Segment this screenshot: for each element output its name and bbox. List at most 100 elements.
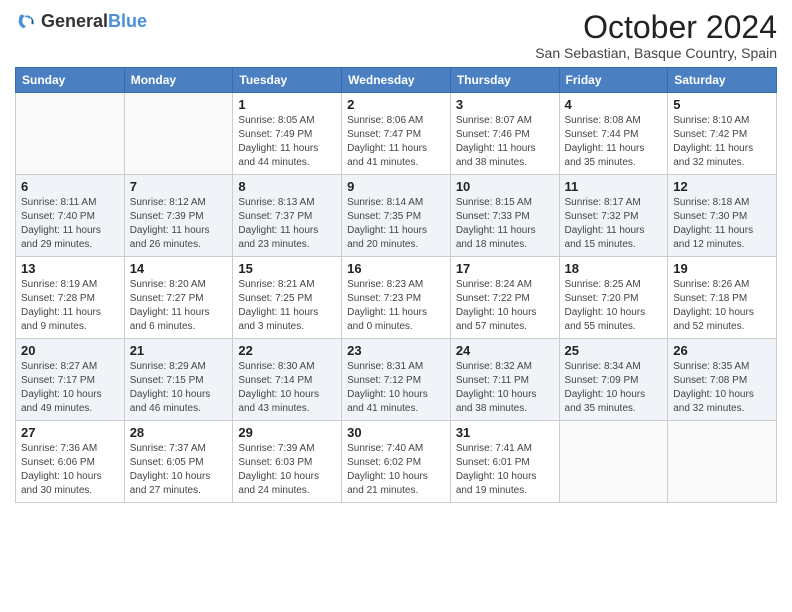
day-info: Sunrise: 8:07 AM Sunset: 7:46 PM Dayligh… — [456, 114, 554, 170]
day-info: Sunrise: 7:41 AM Sunset: 6:01 PM Dayligh… — [456, 442, 554, 498]
day-number: 25 — [565, 343, 663, 358]
day-number: 8 — [238, 179, 336, 194]
day-info: Sunrise: 8:24 AM Sunset: 7:22 PM Dayligh… — [456, 278, 554, 334]
day-info: Sunrise: 8:35 AM Sunset: 7:08 PM Dayligh… — [673, 360, 771, 416]
logo: General Blue — [15, 10, 147, 32]
table-row: 28Sunrise: 7:37 AM Sunset: 6:05 PM Dayli… — [124, 421, 233, 503]
day-number: 28 — [130, 425, 228, 440]
day-number: 7 — [130, 179, 228, 194]
day-info: Sunrise: 8:13 AM Sunset: 7:37 PM Dayligh… — [238, 196, 336, 252]
col-wednesday: Wednesday — [342, 68, 451, 93]
table-row: 23Sunrise: 8:31 AM Sunset: 7:12 PM Dayli… — [342, 339, 451, 421]
table-row: 15 Sunrise: 8:21 AM Sunset: 7:25 PM Dayli… — [233, 257, 342, 339]
table-row: 26 Sunrise: 8:35 AM Sunset: 7:08 PM Dayli… — [668, 339, 777, 421]
logo-general: General — [41, 12, 108, 30]
day-info: Sunrise: 8:06 AM Sunset: 7:47 PM Dayligh… — [347, 114, 445, 170]
table-row: 10 Sunrise: 8:15 AM Sunset: 7:33 PM Dayli… — [450, 175, 559, 257]
day-number: 26 — [673, 343, 771, 358]
table-row — [668, 421, 777, 503]
table-row: 22Sunrise: 8:30 AM Sunset: 7:14 PM Dayli… — [233, 339, 342, 421]
day-number: 29 — [238, 425, 336, 440]
col-thursday: Thursday — [450, 68, 559, 93]
day-info: Sunrise: 8:17 AM Sunset: 7:32 PM Dayligh… — [565, 196, 663, 252]
day-info: Sunrise: 8:29 AM Sunset: 7:15 PM Dayligh… — [130, 360, 228, 416]
calendar-row: 27 Sunrise: 7:36 AM Sunset: 6:06 PM Dayli… — [16, 421, 777, 503]
col-tuesday: Tuesday — [233, 68, 342, 93]
day-info: Sunrise: 8:32 AM Sunset: 7:11 PM Dayligh… — [456, 360, 554, 416]
day-number: 23 — [347, 343, 445, 358]
table-row: 30Sunrise: 7:40 AM Sunset: 6:02 PM Dayli… — [342, 421, 451, 503]
calendar-row: 13 Sunrise: 8:19 AM Sunset: 7:28 PM Dayli… — [16, 257, 777, 339]
day-number: 14 — [130, 261, 228, 276]
table-row: 18 Sunrise: 8:25 AM Sunset: 7:20 PM Dayli… — [559, 257, 668, 339]
table-row: 31 Sunrise: 7:41 AM Sunset: 6:01 PM Dayli… — [450, 421, 559, 503]
day-number: 31 — [456, 425, 554, 440]
day-number: 5 — [673, 97, 771, 112]
table-row: 12 Sunrise: 8:18 AM Sunset: 7:30 PM Dayli… — [668, 175, 777, 257]
logo-text: General Blue — [41, 12, 147, 30]
day-number: 27 — [21, 425, 119, 440]
day-info: Sunrise: 8:12 AM Sunset: 7:39 PM Dayligh… — [130, 196, 228, 252]
table-row — [16, 93, 125, 175]
day-number: 11 — [565, 179, 663, 194]
table-row: 9 Sunrise: 8:14 AM Sunset: 7:35 PM Daylig… — [342, 175, 451, 257]
col-friday: Friday — [559, 68, 668, 93]
table-row: 27 Sunrise: 7:36 AM Sunset: 6:06 PM Dayli… — [16, 421, 125, 503]
table-row: 29 Sunrise: 7:39 AM Sunset: 6:03 PM Dayli… — [233, 421, 342, 503]
day-info: Sunrise: 8:14 AM Sunset: 7:35 PM Dayligh… — [347, 196, 445, 252]
month-year: October 2024 — [535, 10, 777, 45]
day-info: Sunrise: 8:26 AM Sunset: 7:18 PM Dayligh… — [673, 278, 771, 334]
table-row — [559, 421, 668, 503]
day-number: 16 — [347, 261, 445, 276]
day-number: 9 — [347, 179, 445, 194]
day-info: Sunrise: 7:39 AM Sunset: 6:03 PM Dayligh… — [238, 442, 336, 498]
calendar-row: 20Sunrise: 8:27 AM Sunset: 7:17 PM Dayli… — [16, 339, 777, 421]
day-number: 10 — [456, 179, 554, 194]
day-number: 13 — [21, 261, 119, 276]
table-row: 8 Sunrise: 8:13 AM Sunset: 7:37 PM Daylig… — [233, 175, 342, 257]
day-info: Sunrise: 8:23 AM Sunset: 7:23 PM Dayligh… — [347, 278, 445, 334]
header: General Blue October 2024 San Sebastian,… — [15, 10, 777, 61]
day-number: 20 — [21, 343, 119, 358]
table-row: 3 Sunrise: 8:07 AM Sunset: 7:46 PM Daylig… — [450, 93, 559, 175]
day-info: Sunrise: 8:18 AM Sunset: 7:30 PM Dayligh… — [673, 196, 771, 252]
day-number: 18 — [565, 261, 663, 276]
day-info: Sunrise: 8:15 AM Sunset: 7:33 PM Dayligh… — [456, 196, 554, 252]
day-number: 12 — [673, 179, 771, 194]
table-row: 5Sunrise: 8:10 AM Sunset: 7:42 PM Daylig… — [668, 93, 777, 175]
day-info: Sunrise: 8:34 AM Sunset: 7:09 PM Dayligh… — [565, 360, 663, 416]
table-row: 25 Sunrise: 8:34 AM Sunset: 7:09 PM Dayli… — [559, 339, 668, 421]
logo-icon — [15, 10, 37, 32]
table-row: 7 Sunrise: 8:12 AM Sunset: 7:39 PM Daylig… — [124, 175, 233, 257]
day-info: Sunrise: 8:30 AM Sunset: 7:14 PM Dayligh… — [238, 360, 336, 416]
table-row: 11 Sunrise: 8:17 AM Sunset: 7:32 PM Dayli… — [559, 175, 668, 257]
day-number: 15 — [238, 261, 336, 276]
day-info: Sunrise: 7:36 AM Sunset: 6:06 PM Dayligh… — [21, 442, 119, 498]
table-row: 19 Sunrise: 8:26 AM Sunset: 7:18 PM Dayli… — [668, 257, 777, 339]
calendar-row: 6Sunrise: 8:11 AM Sunset: 7:40 PM Daylig… — [16, 175, 777, 257]
table-row — [124, 93, 233, 175]
day-info: Sunrise: 8:11 AM Sunset: 7:40 PM Dayligh… — [21, 196, 119, 252]
day-info: Sunrise: 8:25 AM Sunset: 7:20 PM Dayligh… — [565, 278, 663, 334]
table-row: 13 Sunrise: 8:19 AM Sunset: 7:28 PM Dayli… — [16, 257, 125, 339]
table-row: 4Sunrise: 8:08 AM Sunset: 7:44 PM Daylig… — [559, 93, 668, 175]
day-info: Sunrise: 8:08 AM Sunset: 7:44 PM Dayligh… — [565, 114, 663, 170]
table-row: 2 Sunrise: 8:06 AM Sunset: 7:47 PM Daylig… — [342, 93, 451, 175]
day-number: 2 — [347, 97, 445, 112]
day-number: 19 — [673, 261, 771, 276]
day-info: Sunrise: 8:21 AM Sunset: 7:25 PM Dayligh… — [238, 278, 336, 334]
table-row: 17 Sunrise: 8:24 AM Sunset: 7:22 PM Dayli… — [450, 257, 559, 339]
calendar: Sunday Monday Tuesday Wednesday Thursday… — [15, 67, 777, 503]
table-row: 14 Sunrise: 8:20 AM Sunset: 7:27 PM Dayli… — [124, 257, 233, 339]
day-number: 24 — [456, 343, 554, 358]
title-block: October 2024 San Sebastian, Basque Count… — [535, 10, 777, 61]
table-row: 1Sunrise: 8:05 AM Sunset: 7:49 PM Daylig… — [233, 93, 342, 175]
day-info: Sunrise: 7:40 AM Sunset: 6:02 PM Dayligh… — [347, 442, 445, 498]
logo-blue: Blue — [108, 12, 147, 30]
day-info: Sunrise: 8:19 AM Sunset: 7:28 PM Dayligh… — [21, 278, 119, 334]
col-sunday: Sunday — [16, 68, 125, 93]
day-info: Sunrise: 8:20 AM Sunset: 7:27 PM Dayligh… — [130, 278, 228, 334]
calendar-row: 1Sunrise: 8:05 AM Sunset: 7:49 PM Daylig… — [16, 93, 777, 175]
day-number: 3 — [456, 97, 554, 112]
day-number: 17 — [456, 261, 554, 276]
